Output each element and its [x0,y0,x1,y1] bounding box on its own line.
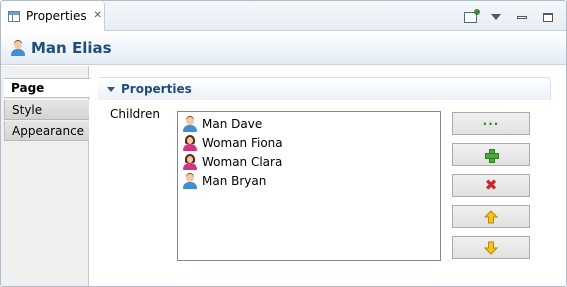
child-name: Man Dave [202,116,263,131]
maximize-button[interactable] [540,10,556,24]
tab-page[interactable]: Page [4,78,90,98]
properties-view: Properties ✕ Man Elias Page Style Appear… [0,0,567,287]
close-icon[interactable]: ✕ [93,11,103,21]
view-menu-icon [491,14,501,20]
ellipsis-icon: ··· [482,116,500,131]
tab-list: Page Style Appearance [1,66,90,286]
view-tab-bar: Properties ✕ [1,1,566,31]
child-name: Woman Fiona [202,135,283,150]
pin-editor-icon [463,8,480,23]
arrow-down-icon [484,241,498,255]
minimize-button[interactable] [514,10,530,24]
male-person-icon [10,40,26,56]
tab-style[interactable]: Style [4,100,89,120]
child-name: Man Bryan [202,173,267,188]
pin-editor-button[interactable] [462,8,480,24]
properties-tab-label: Properties [26,9,87,23]
male-person-icon [182,172,198,189]
female-person-icon [182,153,198,170]
list-item[interactable]: Woman Fiona [178,133,440,152]
move-down-button[interactable] [452,236,530,259]
properties-section-header[interactable]: Properties [98,77,551,100]
minimize-icon [517,15,527,19]
maximize-icon [543,12,553,22]
browse-button[interactable]: ··· [452,112,530,135]
children-label: Children [110,107,160,121]
list-item[interactable]: Man Dave [178,114,440,133]
section-title: Properties [121,82,192,96]
view-menu-button[interactable] [488,10,504,24]
add-button[interactable] [452,143,530,166]
tab-appearance[interactable]: Appearance [4,121,89,141]
properties-view-icon [8,10,20,22]
children-list[interactable]: Man Dave Woman Fiona Woman Clara Man Bry… [177,111,441,261]
expand-twisty-icon[interactable] [107,86,115,92]
properties-header: Man Elias [1,32,566,65]
page-title: Man Elias [31,39,112,57]
view-toolbar [462,8,556,25]
female-person-icon [182,134,198,151]
male-person-icon [182,115,198,132]
list-item[interactable]: Woman Clara [178,152,440,171]
remove-button[interactable]: ✖ [452,174,530,197]
move-up-button[interactable] [452,205,530,228]
arrow-up-icon [484,209,498,223]
properties-tab[interactable]: Properties ✕ [1,1,105,31]
list-item[interactable]: Man Bryan [178,171,440,190]
remove-icon: ✖ [484,176,498,194]
child-name: Woman Clara [202,154,283,169]
plus-icon [485,148,499,163]
